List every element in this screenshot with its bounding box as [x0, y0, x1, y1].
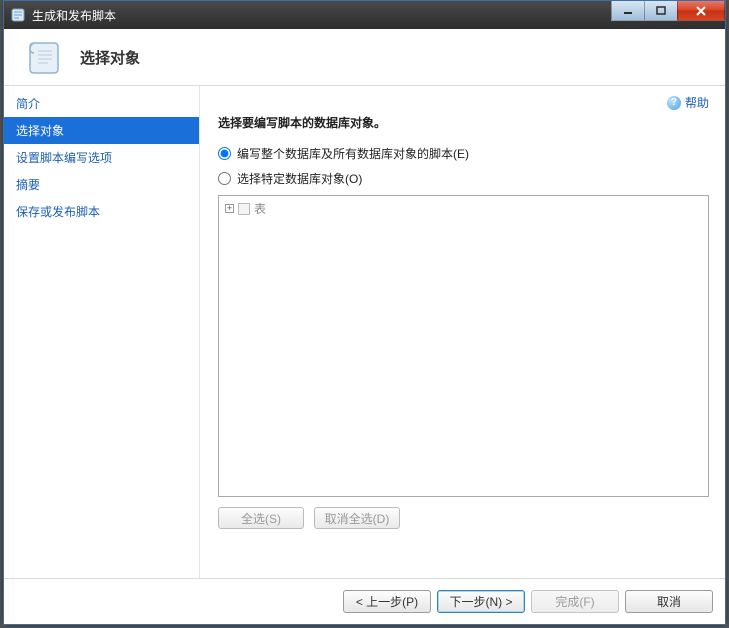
cancel-button-label: 取消	[657, 593, 681, 610]
radio-option-all[interactable]: 编写整个数据库及所有数据库对象的脚本(E)	[218, 145, 709, 162]
window-controls	[612, 1, 725, 21]
finish-button-label: 完成(F)	[555, 593, 594, 610]
cancel-button[interactable]: 取消	[625, 590, 713, 613]
help-link[interactable]: ? 帮助	[667, 94, 709, 111]
titlebar: 生成和发布脚本	[4, 1, 725, 29]
content: ? 帮助 选择要编写脚本的数据库对象。 编写整个数据库及所有数据库对象的脚本(E…	[200, 86, 725, 578]
sidebar-item-set-options[interactable]: 设置脚本编写选项	[4, 144, 199, 171]
next-button[interactable]: 下一步(N) >	[437, 590, 525, 613]
header: 选择对象	[4, 29, 725, 86]
body: 简介 选择对象 设置脚本编写选项 摘要 保存或发布脚本 ? 帮助 选择要编写脚本…	[4, 86, 725, 578]
finish-button: 完成(F)	[531, 590, 619, 613]
radio-specific-input[interactable]	[218, 172, 231, 185]
object-tree: + 表	[218, 195, 709, 497]
dialog-window: 生成和发布脚本 选择对象 简	[3, 0, 726, 625]
help-label: 帮助	[685, 94, 709, 111]
sidebar-item-select-objects[interactable]: 选择对象	[4, 117, 199, 144]
sidebar-item-save-publish[interactable]: 保存或发布脚本	[4, 198, 199, 225]
maximize-button[interactable]	[644, 1, 678, 21]
script-icon	[26, 37, 66, 77]
footer: < 上一步(P) 下一步(N) > 完成(F) 取消	[4, 578, 725, 624]
help-icon: ?	[667, 96, 681, 110]
page-title: 选择对象	[80, 47, 140, 68]
app-icon	[10, 7, 26, 23]
next-button-label: 下一步(N) >	[449, 593, 512, 610]
expand-icon[interactable]: +	[225, 204, 234, 213]
radio-option-specific[interactable]: 选择特定数据库对象(O)	[218, 170, 709, 187]
window-title: 生成和发布脚本	[32, 7, 116, 24]
radio-all-label: 编写整个数据库及所有数据库对象的脚本(E)	[237, 145, 469, 162]
sidebar: 简介 选择对象 设置脚本编写选项 摘要 保存或发布脚本	[4, 86, 200, 578]
deselect-all-button: 取消全选(D)	[314, 507, 400, 529]
close-button[interactable]	[677, 1, 725, 21]
select-all-button: 全选(S)	[218, 507, 304, 529]
tree-checkbox	[238, 203, 250, 215]
sidebar-item-summary[interactable]: 摘要	[4, 171, 199, 198]
minimize-button[interactable]	[611, 1, 645, 21]
back-button[interactable]: < 上一步(P)	[343, 590, 431, 613]
radio-all-input[interactable]	[218, 147, 231, 160]
prompt-text: 选择要编写脚本的数据库对象。	[218, 114, 709, 131]
radio-specific-label: 选择特定数据库对象(O)	[237, 170, 362, 187]
sidebar-item-intro[interactable]: 简介	[4, 90, 199, 117]
tree-root-label: 表	[254, 200, 266, 217]
back-button-label: < 上一步(P)	[356, 593, 418, 610]
tree-root-row: + 表	[225, 200, 702, 217]
selection-buttons: 全选(S) 取消全选(D)	[218, 507, 709, 529]
